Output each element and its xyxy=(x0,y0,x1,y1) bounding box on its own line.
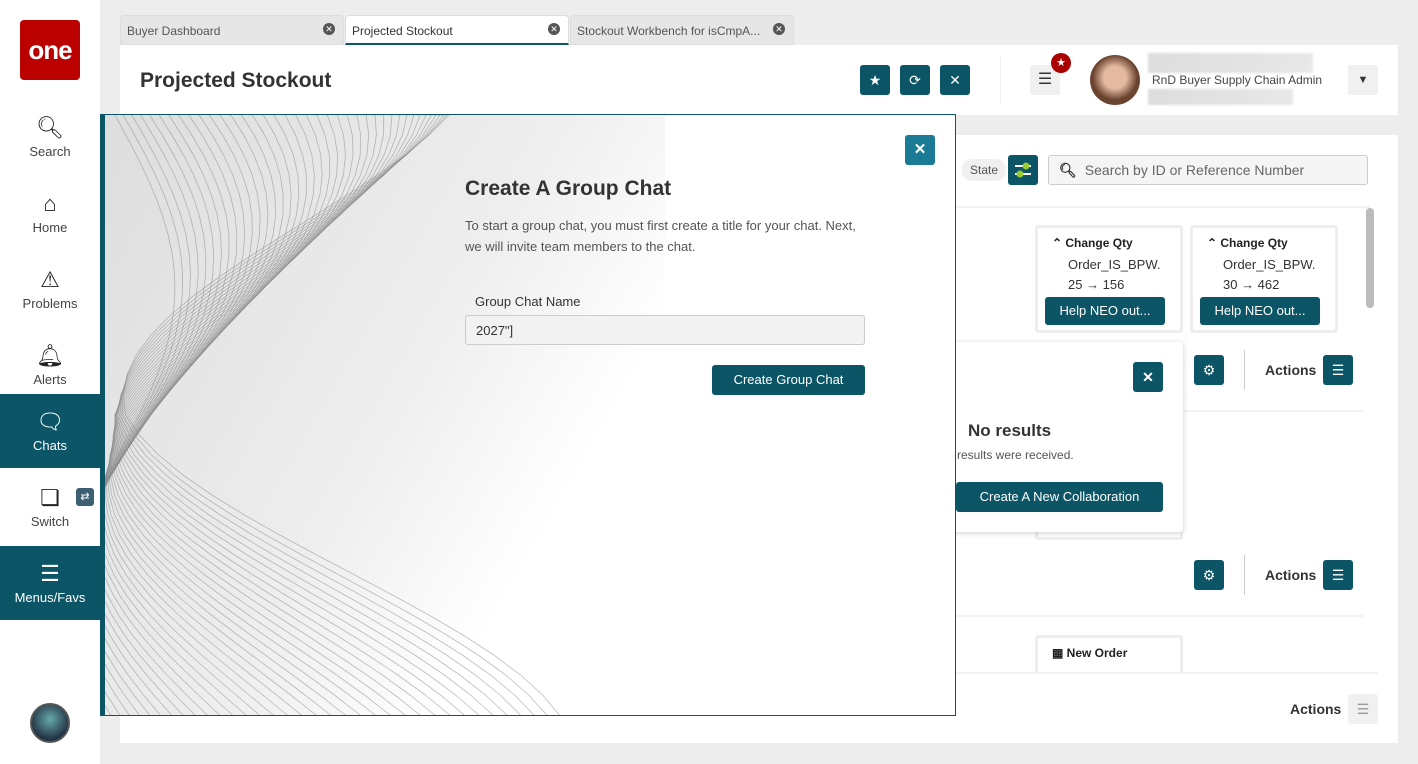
tab-buyer-dashboard[interactable]: Buyer Dashboard ✕ xyxy=(120,15,344,45)
sidebar-item-label: Switch xyxy=(30,513,70,529)
actions-menu-button[interactable]: ☰ xyxy=(1348,694,1378,724)
swap-icon: ⇄ xyxy=(76,488,94,506)
card-title-text: New Order xyxy=(1066,646,1128,660)
search-icon: 🔍︎ xyxy=(1059,162,1077,178)
tab-label: Projected Stockout xyxy=(352,24,453,38)
divider xyxy=(1244,350,1245,390)
star-badge-icon: ★ xyxy=(1051,53,1071,73)
close-tab-icon[interactable]: ✕ xyxy=(773,23,785,35)
sidebar-item-alerts[interactable]: 🔔︎ Alerts xyxy=(0,328,100,402)
popup-message: results were received. xyxy=(957,448,1074,462)
refresh-button[interactable]: ⟳ xyxy=(900,65,930,95)
divider xyxy=(955,672,1378,674)
group-chat-name-input[interactable]: 2027"] xyxy=(465,315,865,345)
card-title-text: Change Qty xyxy=(1065,236,1133,250)
sidebar-item-label: Chats xyxy=(33,437,67,453)
modal-title: Create A Group Chat xyxy=(465,177,672,200)
sidebar-item-label: Search xyxy=(29,143,71,159)
search-input[interactable]: 🔍︎ Search by ID or Reference Number xyxy=(1048,155,1368,185)
state-filter-chip[interactable]: State xyxy=(962,159,1007,181)
switch-icon: ❏ xyxy=(40,484,60,510)
app-logo[interactable]: one xyxy=(20,20,80,80)
divider xyxy=(1244,555,1245,595)
home-icon: ⌂ xyxy=(43,190,57,216)
card-order: Order_IS_BPW. xyxy=(1068,257,1161,272)
change-qty-card: ⌃ Change Qty Order_IS_BPW. 25 → 156 Help… xyxy=(1035,225,1183,333)
collaboration-button[interactable]: ⚙ xyxy=(1194,560,1224,590)
redacted-name xyxy=(1148,53,1313,73)
close-tab-icon[interactable]: ✕ xyxy=(323,23,335,35)
redacted-info xyxy=(1148,89,1293,105)
bell-icon: 🔔︎ xyxy=(36,342,64,368)
modal-close-button[interactable]: ✕ xyxy=(905,135,935,165)
warning-icon: ⚠︎ xyxy=(40,266,60,292)
search-icon: 🔍︎ xyxy=(36,114,64,140)
divider xyxy=(955,615,1363,617)
divider xyxy=(955,206,1370,208)
sidebar-item-label: Menus/Favs xyxy=(14,589,86,605)
page-header: Projected Stockout ★ ⟳ ✕ ☰ ★ RnD Buyer S… xyxy=(120,45,1398,115)
sidebar-item-label: Alerts xyxy=(33,371,67,387)
decorative-background xyxy=(105,115,665,715)
card-change: 30 → 462 xyxy=(1223,277,1280,292)
tab-projected-stockout[interactable]: Projected Stockout ✕ xyxy=(345,15,569,45)
help-neo-button[interactable]: Help NEO out... xyxy=(1045,297,1165,325)
actions-label: Actions xyxy=(1265,362,1317,378)
tab-label: Buyer Dashboard xyxy=(127,24,221,38)
user-avatar[interactable] xyxy=(1090,55,1140,105)
menu-icon: ☰ xyxy=(40,560,60,586)
user-role: RnD Buyer Supply Chain Admin xyxy=(1152,73,1323,87)
card-change: 25 → 156 xyxy=(1068,277,1125,292)
user-dropdown-button[interactable]: ▼ xyxy=(1348,65,1378,95)
actions-label: Actions xyxy=(1290,701,1342,717)
card-order: Order_IS_BPW. xyxy=(1223,257,1316,272)
modal-description: To start a group chat, you must first cr… xyxy=(465,218,856,254)
chat-icon: 🗨︎ xyxy=(36,408,64,434)
change-qty-card: ⌃ Change Qty Order_IS_BPW. 30 → 462 Help… xyxy=(1190,225,1338,333)
sidebar-item-home[interactable]: ⌂ Home xyxy=(0,176,100,250)
create-group-chat-modal: ✕ Create A Group Chat To start a group c… xyxy=(100,114,956,716)
sidebar-item-problems[interactable]: ⚠︎ Problems xyxy=(0,252,100,326)
close-tab-icon[interactable]: ✕ xyxy=(548,23,560,35)
sidebar-item-chats[interactable]: 🗨︎ Chats xyxy=(0,394,114,468)
help-neo-button[interactable]: Help NEO out... xyxy=(1200,297,1320,325)
collaboration-popup: ✕ No results results were received. Crea… xyxy=(950,342,1183,532)
card-title: ⌃ Change Qty xyxy=(1052,236,1133,250)
sidebar-item-label: Home xyxy=(32,219,68,235)
collaboration-button[interactable]: ⚙ xyxy=(1194,355,1224,385)
popup-close-button[interactable]: ✕ xyxy=(1133,362,1163,392)
favorite-button[interactable]: ★ xyxy=(860,65,890,95)
sidebar-item-label: Problems xyxy=(22,295,78,311)
create-collaboration-button[interactable]: Create A New Collaboration xyxy=(956,482,1163,512)
actions-menu-button[interactable]: ☰ xyxy=(1323,355,1353,385)
scrollbar[interactable] xyxy=(1366,208,1374,308)
wave-lines-decoration xyxy=(105,115,560,715)
card-title-text: Change Qty xyxy=(1220,236,1288,250)
filter-settings-button[interactable] xyxy=(1008,155,1038,185)
card-title: ▦ New Order xyxy=(1052,646,1128,660)
tab-stockout-workbench[interactable]: Stockout Workbench for isCmpA... ✕ xyxy=(570,15,794,45)
divider xyxy=(1000,57,1001,103)
search-placeholder: Search by ID or Reference Number xyxy=(1084,162,1305,178)
actions-label: Actions xyxy=(1265,567,1317,583)
group-chat-name-label: Group Chat Name xyxy=(475,294,581,309)
sidebar-item-search[interactable]: 🔍︎ Search xyxy=(0,100,100,174)
actions-menu-button[interactable]: ☰ xyxy=(1323,560,1353,590)
sidebar-item-menus[interactable]: ☰ Menus/Favs xyxy=(0,546,100,620)
popup-title: No results xyxy=(968,421,1052,440)
card-title: ⌃ Change Qty xyxy=(1207,236,1288,250)
sidebar: one 🔍︎ Search ⌂ Home ⚠︎ Problems 🔔︎ Alerts 🗨… xyxy=(0,0,114,764)
tab-bar: Buyer Dashboard ✕ Projected Stockout ✕ Sto… xyxy=(120,15,795,45)
close-button[interactable]: ✕ xyxy=(940,65,970,95)
create-group-chat-button[interactable]: Create Group Chat xyxy=(712,365,865,395)
tab-label: Stockout Workbench for isCmpA... xyxy=(577,24,761,38)
page-title: Projected Stockout xyxy=(140,69,332,92)
sidebar-item-switch[interactable]: ❏ Switch ⇄ xyxy=(0,470,100,544)
new-order-card: ▦ New Order xyxy=(1035,635,1183,675)
assistant-avatar[interactable] xyxy=(30,703,70,743)
sliders-icon xyxy=(1015,162,1031,178)
